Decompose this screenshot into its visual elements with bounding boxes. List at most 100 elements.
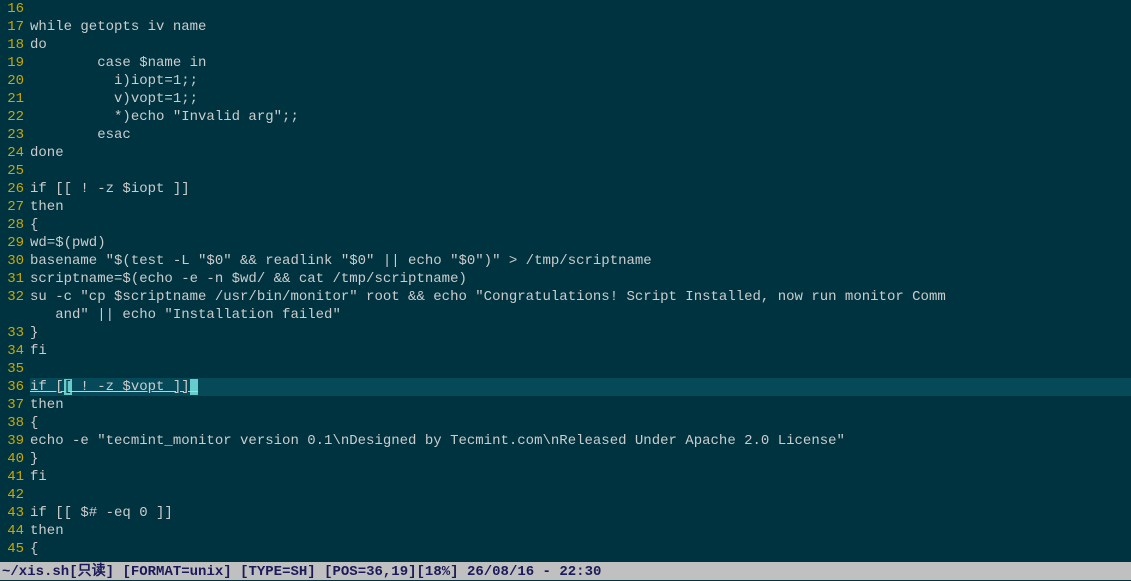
code-content[interactable]: v)vopt=1;;: [30, 90, 1131, 108]
line-number: 35: [0, 360, 30, 378]
line-number: 19: [0, 54, 30, 72]
code-content[interactable]: while getopts iv name: [30, 18, 1131, 36]
line-number: 40: [0, 450, 30, 468]
line-number: 34: [0, 342, 30, 360]
line-number: 23: [0, 126, 30, 144]
code-content[interactable]: esac: [30, 126, 1131, 144]
code-content[interactable]: fi: [30, 342, 1131, 360]
code-content[interactable]: echo -e "tecmint_monitor version 0.1\nDe…: [30, 432, 1131, 450]
code-content[interactable]: i)iopt=1;;: [30, 72, 1131, 90]
code-content[interactable]: fi: [30, 468, 1131, 486]
line-number: 42: [0, 486, 30, 504]
line-number: 21: [0, 90, 30, 108]
line-number: 43: [0, 504, 30, 522]
line-number: 33: [0, 324, 30, 342]
code-line[interactable]: 34fi: [0, 342, 1131, 360]
code-line[interactable]: 38{: [0, 414, 1131, 432]
line-number: 18: [0, 36, 30, 54]
code-content[interactable]: and" || echo "Installation failed": [30, 306, 1131, 324]
cursor: [: [64, 379, 72, 395]
line-end-marker: [190, 379, 198, 395]
code-line[interactable]: 33}: [0, 324, 1131, 342]
code-content[interactable]: done: [30, 144, 1131, 162]
line-number: 20: [0, 72, 30, 90]
code-line[interactable]: 16: [0, 0, 1131, 18]
code-line[interactable]: 42: [0, 486, 1131, 504]
code-line[interactable]: 40}: [0, 450, 1131, 468]
line-number: 37: [0, 396, 30, 414]
code-content[interactable]: {: [30, 414, 1131, 432]
code-line[interactable]: 32su -c "cp $scriptname /usr/bin/monitor…: [0, 288, 1131, 306]
line-number: 41: [0, 468, 30, 486]
line-number: 45: [0, 540, 30, 558]
code-content[interactable]: [30, 360, 1131, 378]
code-content[interactable]: case $name in: [30, 54, 1131, 72]
code-line[interactable]: 29wd=$(pwd): [0, 234, 1131, 252]
code-line[interactable]: 35: [0, 360, 1131, 378]
code-content[interactable]: if [[ ! -z $vopt ]]: [30, 378, 1131, 396]
code-content[interactable]: [30, 162, 1131, 180]
code-line[interactable]: 27then: [0, 198, 1131, 216]
line-number: 22: [0, 108, 30, 126]
code-line[interactable]: 28{: [0, 216, 1131, 234]
code-content[interactable]: scriptname=$(echo -e -n $wd/ && cat /tmp…: [30, 270, 1131, 288]
code-line[interactable]: 25: [0, 162, 1131, 180]
status-type: [TYPE=SH]: [240, 564, 316, 580]
line-number: 44: [0, 522, 30, 540]
code-line[interactable]: 21 v)vopt=1;;: [0, 90, 1131, 108]
code-content[interactable]: if [[ ! -z $iopt ]]: [30, 180, 1131, 198]
code-content[interactable]: }: [30, 450, 1131, 468]
code-line[interactable]: 24done: [0, 144, 1131, 162]
code-line[interactable]: 30basename "$(test -L "$0" && readlink "…: [0, 252, 1131, 270]
code-line[interactable]: 39echo -e "tecmint_monitor version 0.1\n…: [0, 432, 1131, 450]
code-content[interactable]: [30, 0, 1131, 18]
code-content[interactable]: do: [30, 36, 1131, 54]
code-content[interactable]: *)echo "Invalid arg";;: [30, 108, 1131, 126]
code-content[interactable]: if [[ $# -eq 0 ]]: [30, 504, 1131, 522]
line-number: 39: [0, 432, 30, 450]
code-line[interactable]: 22 *)echo "Invalid arg";;: [0, 108, 1131, 126]
line-number: 36: [0, 378, 30, 396]
code-line[interactable]: 26if [[ ! -z $iopt ]]: [0, 180, 1131, 198]
code-content[interactable]: {: [30, 540, 1131, 558]
status-bar: ~/xis.sh[只读] [FORMAT=unix] [TYPE=SH] [PO…: [0, 562, 1131, 580]
code-line[interactable]: 41fi: [0, 468, 1131, 486]
status-date: 26/08/16: [467, 564, 534, 580]
code-line[interactable]: 20 i)iopt=1;;: [0, 72, 1131, 90]
code-content[interactable]: then: [30, 396, 1131, 414]
code-content[interactable]: then: [30, 198, 1131, 216]
code-line[interactable]: 45{: [0, 540, 1131, 558]
code-content[interactable]: basename "$(test -L "$0" && readlink "$0…: [30, 252, 1131, 270]
code-line[interactable]: 23 esac: [0, 126, 1131, 144]
code-content[interactable]: {: [30, 216, 1131, 234]
code-content[interactable]: wd=$(pwd): [30, 234, 1131, 252]
line-number: [0, 306, 30, 324]
code-line[interactable]: 36if [[ ! -z $vopt ]]: [0, 378, 1131, 396]
line-number: 16: [0, 0, 30, 18]
line-number: 28: [0, 216, 30, 234]
code-line[interactable]: 17while getopts iv name: [0, 18, 1131, 36]
line-number: 29: [0, 234, 30, 252]
code-content[interactable]: su -c "cp $scriptname /usr/bin/monitor" …: [30, 288, 1131, 306]
line-number: 30: [0, 252, 30, 270]
status-pos: [POS=36,19]: [324, 564, 416, 580]
status-format: [FORMAT=unix]: [122, 564, 231, 580]
code-content[interactable]: then: [30, 522, 1131, 540]
status-file: ~/xis.sh: [2, 564, 69, 580]
code-line[interactable]: and" || echo "Installation failed": [0, 306, 1131, 324]
status-time: 22:30: [559, 564, 601, 580]
line-number: 25: [0, 162, 30, 180]
line-number: 27: [0, 198, 30, 216]
code-line[interactable]: 19 case $name in: [0, 54, 1131, 72]
code-line[interactable]: 18do: [0, 36, 1131, 54]
code-line[interactable]: 37then: [0, 396, 1131, 414]
line-number: 32: [0, 288, 30, 306]
code-content[interactable]: }: [30, 324, 1131, 342]
status-percent: [18%]: [417, 564, 459, 580]
code-line[interactable]: 43if [[ $# -eq 0 ]]: [0, 504, 1131, 522]
code-line[interactable]: 44then: [0, 522, 1131, 540]
code-editor[interactable]: 1617while getopts iv name18do19 case $na…: [0, 0, 1131, 558]
code-line[interactable]: 31scriptname=$(echo -e -n $wd/ && cat /t…: [0, 270, 1131, 288]
code-content[interactable]: [30, 486, 1131, 504]
line-number: 24: [0, 144, 30, 162]
